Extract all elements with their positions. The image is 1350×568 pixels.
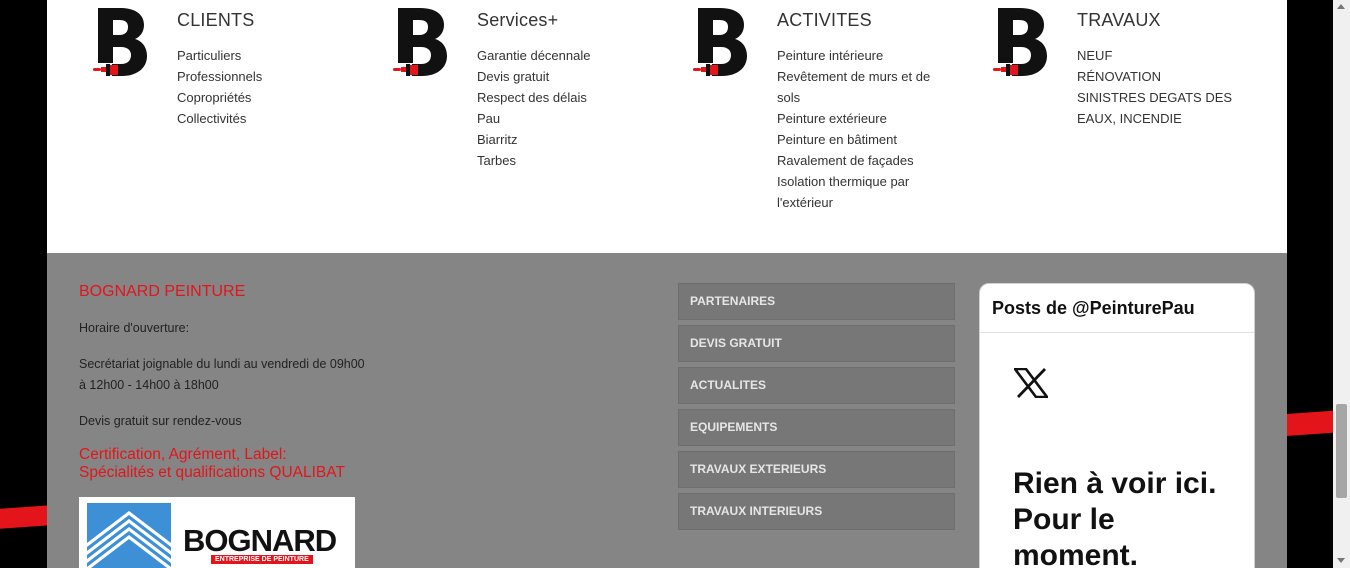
brush-b-logo-icon [93,8,147,76]
list-item[interactable]: Biarritz [477,129,647,150]
certification-heading: Certification, Agrément, Label: Spéciali… [79,446,379,482]
column-title: CLIENTS [177,10,255,30]
list-item[interactable]: SINISTRES DEGATS DES EAUX, INCENDIE [1077,87,1247,129]
badge-subtitle: ENTREPRISE DE PEINTURE [211,555,313,564]
scroll-up-icon[interactable] [1337,4,1345,9]
page-container: CLIENTS Particuliers Professionnels Copr… [47,0,1287,568]
brush-b-logo-icon [393,8,447,76]
certification-line: Spécialités et qualifications QUALIBAT [79,464,345,481]
hours-label: Horaire d'ouverture: [79,321,190,335]
list-item[interactable]: Peinture en bâtiment [777,129,947,150]
list-item[interactable]: NEUF [1077,45,1247,66]
nav-button-travaux-exterieurs[interactable]: TRAVAUX EXTERIEURS [678,451,955,488]
twitter-widget: Posts de @PeinturePau Rien à voir ici. P… [979,283,1255,568]
column-title: TRAVAUX [1077,10,1161,30]
scrollbar-thumb[interactable] [1336,404,1347,498]
page-scrollbar[interactable] [1333,0,1350,568]
column-list: Peinture intérieure Revêtement de murs e… [777,45,947,213]
nav-button-equipements[interactable]: EQUIPEMENTS [678,409,955,446]
list-item[interactable]: Garantie décennale [477,45,647,66]
brush-b-logo-icon [693,8,747,76]
column-activites: ACTIVITES Peinture intérieure Revêtement… [692,0,992,253]
x-logo-icon [1014,368,1048,398]
list-item[interactable]: Isolation thermique par l'extérieur [777,171,947,213]
footer-nav: PARTENAIRES DEVIS GRATUIT ACTUALITES EQU… [678,283,955,535]
list-item[interactable]: RÉNOVATION [1077,66,1247,87]
list-item[interactable]: Copropriétés [177,87,347,108]
badge-company-name: BOGNARD [183,523,337,558]
list-item[interactable]: Respect des délais [477,87,647,108]
list-item[interactable]: Particuliers [177,45,347,66]
nav-button-devis-gratuit[interactable]: DEVIS GRATUIT [678,325,955,362]
nav-button-actualites[interactable]: ACTUALITES [678,367,955,404]
column-title: Services+ [477,10,559,30]
column-list: Garantie décennale Devis gratuit Respect… [477,45,647,171]
nav-button-partenaires[interactable]: PARTENAIRES [678,283,955,320]
column-title: ACTIVITES [777,10,872,30]
company-name: BOGNARD PEINTURE [79,283,246,300]
list-item[interactable]: Pau [477,108,647,129]
free-quote-note: Devis gratuit sur rendez-vous [79,414,242,428]
list-item[interactable]: Revêtement de murs et de sols [777,66,947,108]
column-list: Particuliers Professionnels Copropriétés… [177,45,347,129]
services-section: CLIENTS Particuliers Professionnels Copr… [47,0,1287,253]
company-badge: BOGNARD ENTREPRISE DE PEINTURE [79,497,355,568]
column-clients: CLIENTS Particuliers Professionnels Copr… [92,0,392,253]
twitter-widget-header[interactable]: Posts de @PeinturePau [980,284,1254,333]
secretariat-hours: Secrétariat joignable du lundi au vendre… [79,357,365,392]
column-list: NEUF RÉNOVATION SINISTRES DEGATS DES EAU… [1077,45,1247,129]
column-travaux: TRAVAUX NEUF RÉNOVATION SINISTRES DEGATS… [992,0,1292,253]
brush-b-logo-icon [993,8,1047,76]
list-item[interactable]: Peinture extérieure [777,108,947,129]
certification-line: Certification, Agrément, Label: [79,446,287,463]
list-item[interactable]: Collectivités [177,108,347,129]
list-item[interactable]: Ravalement de façades [777,150,947,171]
qualibat-logo-icon [87,503,171,568]
list-item[interactable]: Devis gratuit [477,66,647,87]
twitter-empty-message: Rien à voir ici. Pour le moment. [1013,467,1217,568]
footer: BOGNARD PEINTURE Horaire d'ouverture: Se… [47,253,1287,568]
list-item[interactable]: Peinture intérieure [777,45,947,66]
scroll-down-icon[interactable] [1337,558,1345,563]
column-services: Services+ Garantie décennale Devis gratu… [392,0,692,253]
nav-button-travaux-interieurs[interactable]: TRAVAUX INTERIEURS [678,493,955,530]
list-item[interactable]: Tarbes [477,150,647,171]
list-item[interactable]: Professionnels [177,66,347,87]
